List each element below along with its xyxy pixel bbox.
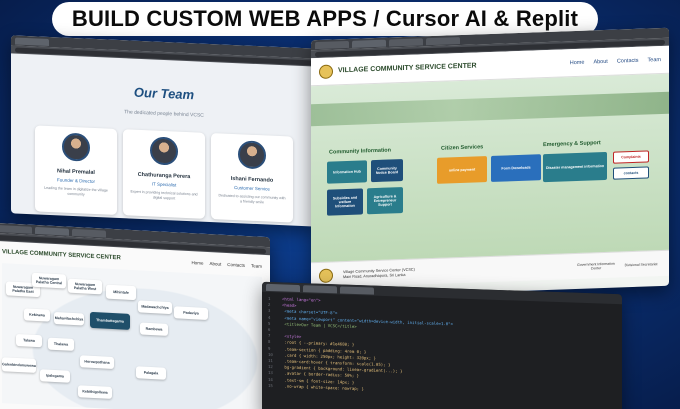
member-name: Ishani Fernando	[230, 175, 274, 184]
tile-online-payment[interactable]: online payment	[437, 156, 487, 184]
map-tile[interactable]: Talawa	[16, 333, 42, 348]
footer-seal-ds: Divisional Secretariat	[624, 261, 658, 267]
site-title: VILLAGE COMMUNITY SERVICE CENTER	[2, 249, 121, 262]
headline-text: BUILD CUSTOM WEB APPS / Cursor AI & Repl…	[71, 6, 579, 31]
browser-tab[interactable]	[72, 228, 106, 238]
map-tile[interactable]: Nuwaragam Palatha Central	[32, 272, 66, 289]
contacts-button[interactable]: contacts	[613, 166, 649, 180]
nav-contacts[interactable]: Contacts	[617, 57, 639, 64]
browser-tab[interactable]	[426, 36, 460, 45]
member-card[interactable]: Ishani Fernando Customer Service Dedicat…	[211, 133, 293, 223]
nav-about[interactable]: About	[593, 58, 607, 65]
nav-team[interactable]: Team	[648, 57, 661, 63]
map-tile[interactable]: Kekirawa	[24, 308, 50, 322]
avatar	[150, 136, 178, 166]
editor-tab[interactable]	[303, 284, 337, 293]
editor-tab[interactable]	[266, 283, 300, 292]
tile-notice-board[interactable]: Community Notice Board	[371, 159, 403, 183]
section-emergency: Emergency & Support	[543, 140, 601, 149]
member-desc: Dedicated to assisting our community wit…	[218, 193, 286, 205]
map-tile[interactable]: Padaviya	[174, 306, 208, 320]
member-role: Founder & Director	[56, 177, 95, 184]
map-tile[interactable]: Galenbindunuwewa	[2, 357, 36, 373]
headline-banner: BUILD CUSTOM WEB APPS / Cursor AI & Repl…	[52, 2, 598, 36]
member-name: Nihal Premalal	[57, 168, 95, 176]
browser-tab[interactable]	[315, 40, 349, 49]
map-tile[interactable]: Nuwaragam Palatha West	[68, 278, 102, 295]
member-card[interactable]: Chathuranga Perera IT Specialist Expert …	[123, 129, 205, 219]
tile-information-hub[interactable]: Information Hub	[327, 160, 367, 184]
map-tile[interactable]: Horowpothana	[80, 355, 114, 370]
team-title: Our Team	[133, 84, 195, 103]
member-name: Chathuranga Perera	[137, 171, 191, 181]
member-desc: Leading the team in digitalize the villa…	[44, 185, 108, 197]
map-tile[interactable]: Mahavilachchiya	[54, 311, 84, 326]
logo-icon	[319, 63, 333, 79]
complaints-button[interactable]: Complaints	[613, 150, 649, 164]
code-area[interactable]: 1 <html lang="en"> 2 <head> 3 <meta charse…	[262, 292, 622, 406]
footer-seal-gov: Government Information Center	[577, 261, 615, 270]
browser-tab[interactable]	[15, 36, 49, 46]
map-tile[interactable]: Kebithigollewa	[78, 385, 112, 399]
browser-tab[interactable]	[352, 39, 386, 48]
map-tile[interactable]: Mihintale	[106, 284, 136, 301]
site-title: VILLAGE COMMUNITY SERVICE CENTER	[338, 62, 477, 75]
nav-home[interactable]: Home	[191, 260, 203, 266]
section-community: Community Information	[329, 147, 392, 156]
village-illustration	[311, 91, 669, 127]
map-tile[interactable]: Madawachchiya	[138, 300, 172, 315]
map-tile[interactable]: Palagala	[136, 366, 166, 380]
map-tile[interactable]: Rambewa	[140, 322, 168, 336]
map-page-window: VILLAGE COMMUNITY SERVICE CENTER Home Ab…	[0, 222, 270, 409]
nav-team[interactable]: Team	[251, 263, 262, 269]
browser-tab[interactable]	[0, 224, 32, 234]
avatar	[238, 140, 266, 170]
map-tile-selected[interactable]: Thambuttegama	[90, 311, 130, 330]
browser-tab[interactable]	[389, 37, 423, 47]
browser-tab[interactable]	[35, 226, 69, 236]
member-role: Customer Service	[234, 185, 270, 192]
section-citizen: Citizen Services	[441, 144, 484, 152]
hero-section: Community Information Citizen Services E…	[311, 73, 669, 263]
vcsc-page-window: VILLAGE COMMUNITY SERVICE CENTER Home Ab…	[311, 27, 669, 299]
member-role: IT Specialist	[151, 181, 177, 188]
team-page-window: Our Team The dedicated people behind VCS…	[11, 35, 317, 227]
code-editor-window: 1 <html lang="en"> 2 <head> 3 <meta charse…	[262, 281, 622, 409]
nav-about[interactable]: About	[209, 261, 221, 267]
tile-disaster-management[interactable]: Disaster management information	[543, 151, 607, 183]
tile-subsidies[interactable]: Subsidies and welfare Information	[327, 188, 363, 216]
nav-home[interactable]: Home	[570, 59, 585, 66]
team-subtitle: The dedicated people behind VCSC	[124, 109, 204, 119]
member-card[interactable]: Nihal Premalal Founder & Director Leadin…	[35, 125, 117, 215]
tile-agriculture[interactable]: Agriculture & Entrepreneur Support	[367, 187, 403, 215]
map-tile[interactable]: Thalawa	[48, 337, 74, 351]
nav-contacts[interactable]: Contacts	[227, 261, 245, 267]
avatar	[62, 132, 90, 162]
member-desc: Expert in providing technical solutions …	[130, 189, 198, 201]
editor-tab[interactable]	[340, 285, 374, 295]
tile-form-downloads[interactable]: Form Downloads	[491, 154, 541, 182]
map-tile[interactable]: Ipalogama	[40, 369, 70, 383]
footer-logo-icon	[319, 267, 333, 283]
